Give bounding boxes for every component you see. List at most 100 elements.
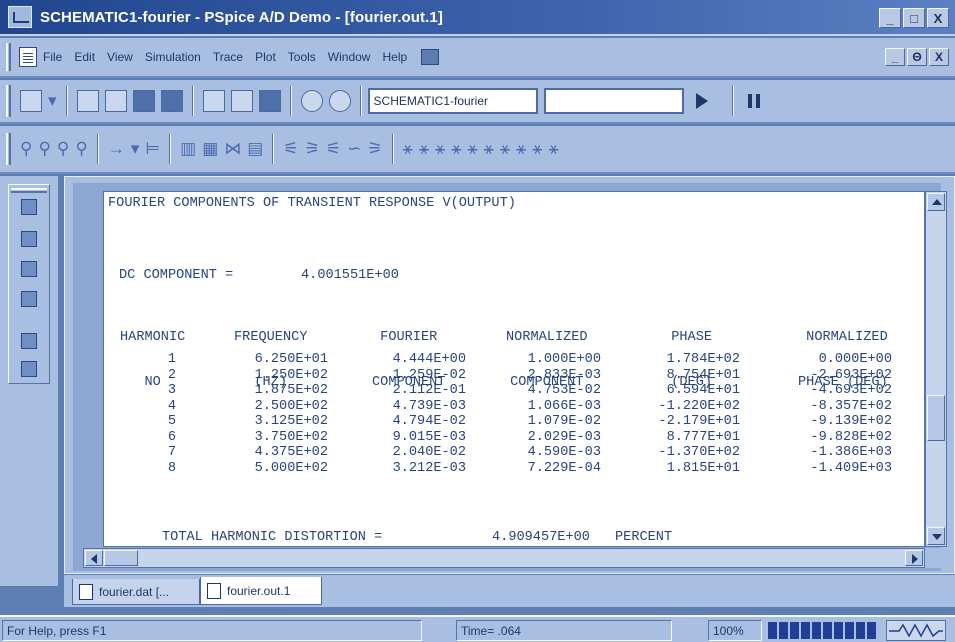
- watch-window-icon[interactable]: [21, 361, 37, 377]
- scroll-right-button[interactable]: [905, 550, 923, 566]
- output-text-area[interactable]: FOURIER COMPONENTS OF TRANSIENT RESPONSE…: [103, 191, 925, 547]
- open-folder-icon[interactable]: [76, 90, 99, 112]
- simulation-status-icon[interactable]: [21, 333, 37, 349]
- thd-label: TOTAL HARMONIC DISTORTION =: [162, 530, 383, 545]
- menu-edit[interactable]: Edit: [74, 50, 95, 64]
- progress-block: [779, 622, 788, 639]
- table-cell: -4.693E+02: [810, 383, 892, 398]
- cut-icon[interactable]: [202, 90, 225, 112]
- scroll-up-button[interactable]: [927, 193, 945, 211]
- toolbar-separator: [391, 134, 394, 164]
- zoom-in-icon[interactable]: ⚲: [20, 139, 32, 159]
- cursor-search-icon[interactable]: ⚹: [435, 139, 445, 159]
- menu-simulation[interactable]: Simulation: [145, 50, 201, 64]
- horizontal-scrollbar[interactable]: [83, 548, 925, 568]
- cursor-max-icon[interactable]: ⚹: [403, 139, 413, 159]
- menu-trace[interactable]: Trace: [213, 50, 243, 64]
- zoom-area-icon[interactable]: ⚲: [57, 139, 69, 159]
- table-cell: 6.250E+01: [254, 352, 328, 367]
- tab-fourier-dat[interactable]: fourier.dat [...: [72, 579, 200, 605]
- vertical-scrollbar[interactable]: [925, 191, 947, 547]
- paste-icon[interactable]: [258, 90, 281, 112]
- add-trace-icon[interactable]: ▥: [180, 139, 196, 159]
- menu-file[interactable]: File: [43, 50, 62, 64]
- vertical-scroll-thumb[interactable]: [927, 395, 945, 441]
- table-cell: 9.015E-03: [392, 429, 466, 445]
- minimize-button[interactable]: _: [879, 8, 901, 28]
- table-cell: 1.066E-03: [527, 398, 601, 414]
- toolbar-separator: [169, 134, 172, 164]
- eval-goal-icon[interactable]: ▦: [202, 139, 218, 159]
- next-transition-icon[interactable]: ⚹: [451, 139, 461, 159]
- table-cell: 3.125E+02: [254, 414, 328, 429]
- axis-settings-icon[interactable]: ▤: [247, 139, 263, 159]
- progress-block: [834, 622, 843, 639]
- zoom-fit-icon[interactable]: ⚲: [75, 139, 87, 159]
- print-icon[interactable]: [160, 90, 183, 112]
- standard-toolbar: ▾ SCHEMATIC1-fourier: [0, 80, 955, 124]
- toolbar-grip[interactable]: [6, 85, 11, 117]
- toolbar-grip[interactable]: [11, 188, 47, 193]
- undo-icon[interactable]: [300, 90, 323, 112]
- log-x-axis-icon[interactable]: →: [108, 139, 125, 159]
- arrow-label-icon[interactable]: ⚹: [532, 139, 542, 159]
- table-cell: 5: [167, 414, 176, 429]
- plot-window-icon[interactable]: ⋈: [224, 139, 241, 159]
- simulation-profile-combo[interactable]: SCHEMATIC1-fourier: [367, 88, 538, 114]
- run-simulation-icon[interactable]: [695, 93, 708, 109]
- tab-fourier-out[interactable]: fourier.out.1: [200, 577, 322, 605]
- fourier-icon[interactable]: ▾: [131, 139, 140, 159]
- table-cell: 1.079E-02: [527, 414, 601, 429]
- pspice-app-icon[interactable]: [8, 6, 32, 28]
- simulation-settings-icon[interactable]: [21, 199, 37, 215]
- redo-icon[interactable]: [328, 90, 351, 112]
- netlist-icon[interactable]: [21, 261, 37, 277]
- performance-analysis-icon[interactable]: ⊨: [145, 139, 160, 159]
- toolbar-grip[interactable]: [6, 133, 11, 165]
- toggle-cursor-icon[interactable]: ⚟: [283, 139, 298, 159]
- close-button[interactable]: X: [927, 8, 949, 28]
- schematic-icon[interactable]: [21, 231, 37, 247]
- secondary-combo[interactable]: [543, 88, 684, 114]
- menu-window[interactable]: Window: [328, 50, 371, 64]
- open-recent-icon[interactable]: [104, 90, 127, 112]
- cursor-min-icon[interactable]: ⚞: [367, 139, 382, 159]
- prev-transition-icon[interactable]: ⚹: [467, 139, 477, 159]
- save-icon[interactable]: [132, 90, 155, 112]
- mark-data-points-icon[interactable]: ⚹: [500, 139, 510, 159]
- dropdown-arrow-icon[interactable]: ▾: [48, 91, 57, 111]
- dc-component-label: DC COMPONENT =: [119, 268, 234, 283]
- menu-grip[interactable]: [6, 43, 11, 71]
- document-tabs: fourier.dat [... fourier.out.1: [64, 575, 955, 607]
- maximize-button[interactable]: □: [903, 8, 925, 28]
- cursor-point-icon[interactable]: ⚹: [419, 139, 429, 159]
- horizontal-scroll-thumb[interactable]: [104, 550, 138, 566]
- table-cell: 2.112E-01: [392, 383, 466, 398]
- menu-help[interactable]: Help: [382, 50, 407, 64]
- document-icon[interactable]: [19, 47, 37, 67]
- col-fourier-header-line1: FOURIER: [380, 330, 438, 345]
- pause-simulation-icon[interactable]: [747, 94, 760, 108]
- cursor-slope-icon[interactable]: ∽: [347, 139, 361, 159]
- output-file-icon[interactable]: [21, 291, 37, 307]
- doc-close-button[interactable]: X: [929, 48, 949, 66]
- polyline-label-icon[interactable]: ⚹: [548, 139, 558, 159]
- copy-icon[interactable]: [230, 90, 253, 112]
- text-label-icon[interactable]: ⚹: [516, 139, 526, 159]
- cursor-trough-icon[interactable]: ⚟: [326, 139, 341, 159]
- menu-tools[interactable]: Tools: [288, 50, 316, 64]
- arrow-right-icon: [912, 554, 918, 564]
- doc-minimize-button[interactable]: _: [885, 48, 905, 66]
- scroll-down-button[interactable]: [927, 527, 945, 545]
- doc-restore-button[interactable]: Θ: [907, 48, 927, 66]
- probe-toolbar: ⚲ ⚲ ⚲ ⚲ → ▾ ⊨ ▥ ▦ ⋈ ▤ ⚟ ⚞ ⚟ ∽ ⚞ ⚹ ⚹ ⚹ ⚹ …: [0, 126, 955, 174]
- cursor-peak-icon[interactable]: ⚞: [305, 139, 320, 159]
- tab-fourier-dat-label: fourier.dat [...: [99, 584, 170, 599]
- context-help-icon[interactable]: [421, 49, 440, 65]
- scroll-left-button[interactable]: [85, 550, 103, 566]
- new-file-icon[interactable]: [20, 90, 42, 112]
- menu-view[interactable]: View: [107, 50, 133, 64]
- mark-label-icon[interactable]: ⚹: [484, 139, 494, 159]
- zoom-out-icon[interactable]: ⚲: [38, 139, 50, 159]
- menu-plot[interactable]: Plot: [255, 50, 276, 64]
